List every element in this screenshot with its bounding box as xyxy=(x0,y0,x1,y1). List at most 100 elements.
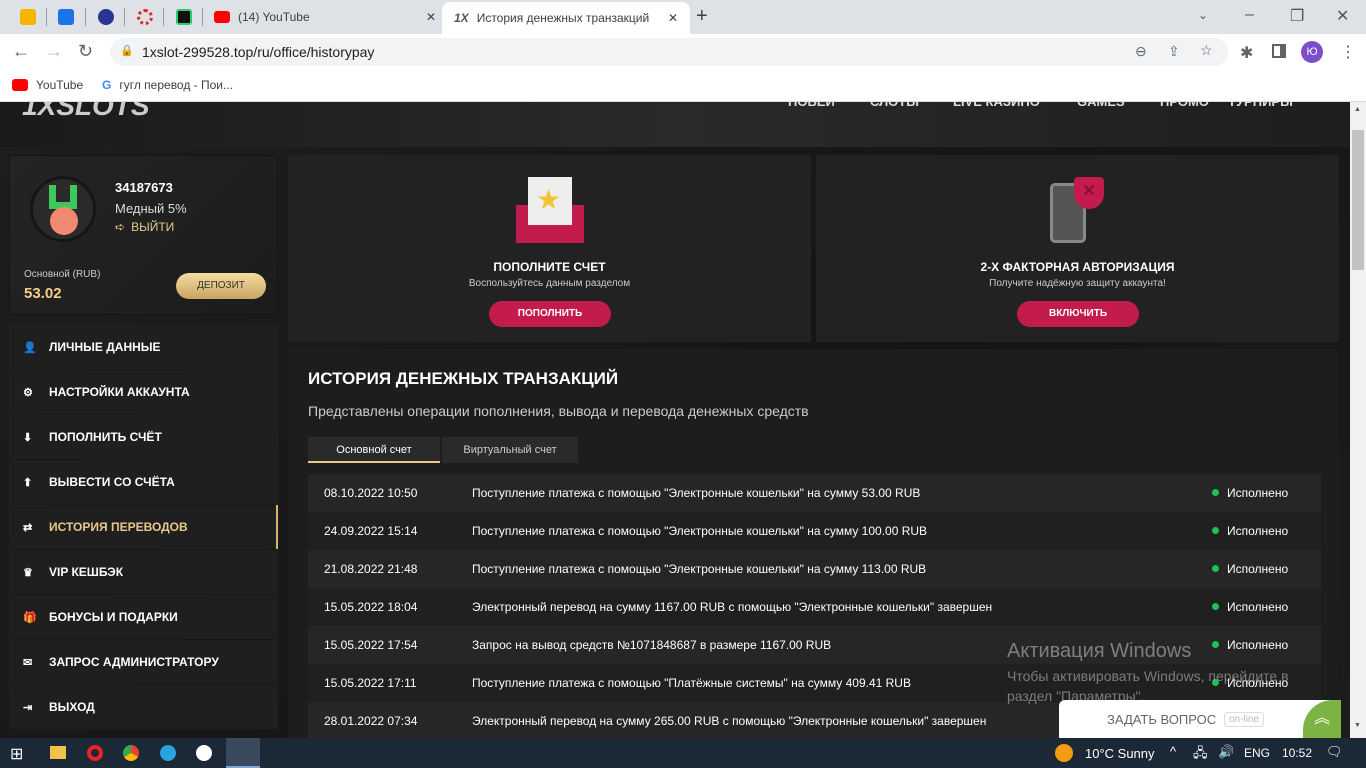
gmail-favicon-icon[interactable] xyxy=(20,9,36,25)
minimize-icon[interactable]: – xyxy=(1245,6,1254,24)
promo-subtitle: Воспользуйтесь данным разделом xyxy=(468,278,631,289)
deposit-button[interactable]: ДЕПОЗИТ xyxy=(176,273,266,299)
menu-icon: ⬇ xyxy=(23,431,33,444)
status-dot-icon xyxy=(1212,527,1219,534)
transaction-description: Электронный перевод на сумму 1167.00 RUB… xyxy=(472,600,993,614)
nav-item[interactable]: LIVE КАЗИНО xyxy=(953,102,1040,109)
scrollbar[interactable]: ▲ ▼ xyxy=(1350,102,1366,738)
menu-icon: ⇄ xyxy=(23,521,33,534)
chrome-icon[interactable] xyxy=(123,745,139,761)
table-row: 08.10.2022 10:50 Поступление платежа с по… xyxy=(308,474,1321,512)
page-title: ИСТОРИЯ ДЕНЕЖНЫХ ТРАНЗАКЦИЙ xyxy=(308,369,619,388)
clock[interactable]: 10:52 xyxy=(1282,746,1312,760)
youtube-icon xyxy=(12,79,28,91)
zoom-icon[interactable]: ⊖ xyxy=(1135,43,1147,60)
page-subtitle: Представлены операции пополнения, вывода… xyxy=(308,403,809,419)
menu-icon[interactable]: ⋮ xyxy=(1340,42,1356,62)
menu-label: НАСТРОЙКИ АККАУНТА xyxy=(49,385,190,399)
menu-icon: ♛ xyxy=(23,566,33,579)
sidebar-item[interactable]: 👤 ЛИЧНЫЕ ДАННЫЕ xyxy=(9,325,278,369)
sidebar-item[interactable]: ♛ VIP КЕШБЭК xyxy=(9,550,278,594)
tab-title: (14) YouTube xyxy=(238,10,310,24)
transaction-description: Поступление платежа с помощью "Электронн… xyxy=(472,486,921,500)
tab-search-icon[interactable]: ⌄ xyxy=(1198,8,1208,22)
transaction-date: 08.10.2022 10:50 xyxy=(324,486,418,500)
opera-icon[interactable] xyxy=(87,745,103,761)
forward-icon[interactable]: → xyxy=(45,41,63,62)
restore-icon[interactable]: ❐ xyxy=(1290,6,1304,26)
enable-2fa-button[interactable]: ВКЛЮЧИТЬ xyxy=(1017,301,1139,327)
tab-active[interactable]: 1X История денежных транзакций ✕ xyxy=(442,2,690,34)
phone-shield-icon: ✕ xyxy=(1048,177,1108,243)
bookmark-label: гугл перевод - Пои... xyxy=(119,78,234,92)
file-explorer-icon[interactable] xyxy=(50,746,66,759)
menu-icon: 👤 xyxy=(23,341,37,354)
promo-title: 2-Х ФАКТОРНАЯ АВТОРИЗАЦИЯ xyxy=(980,260,1175,274)
bookmark-translate[interactable]: G гугл перевод - Пои... xyxy=(102,78,233,92)
logout-icon: ➪ xyxy=(115,220,126,234)
tab-virtual-account[interactable]: Виртуальный счет xyxy=(442,437,578,463)
nav-item[interactable]: ПРОМО xyxy=(1160,102,1209,109)
table-row: 24.09.2022 15:14 Поступление платежа с по… xyxy=(308,512,1321,550)
sidebar-item[interactable]: ⇥ ВЫХОД xyxy=(9,685,278,729)
nav-item[interactable]: НОВЕЙ xyxy=(788,102,835,109)
window-close-icon[interactable]: ✕ xyxy=(1336,6,1349,26)
back-icon[interactable]: ← xyxy=(12,41,30,62)
weather-text[interactable]: 10°C Sunny xyxy=(1085,746,1155,761)
bookmark-youtube[interactable]: YouTube xyxy=(12,78,83,92)
site-logo[interactable]: 1XSLOTS xyxy=(22,102,150,122)
close-icon[interactable]: ✕ xyxy=(426,10,436,24)
logout-label: ВЫЙТИ xyxy=(131,220,175,234)
address-bar[interactable]: 🔒 1xslot-299528.top/ru/office/historypay… xyxy=(110,38,1228,66)
nav-item[interactable]: ТУРНИРЫ xyxy=(1228,102,1293,109)
language-indicator[interactable]: ENG xyxy=(1244,746,1270,760)
reload-icon[interactable]: ↻ xyxy=(78,41,93,62)
chat-widget[interactable]: ЗАДАТЬ ВОПРОС on-line ︽ xyxy=(1059,700,1341,738)
tab-title: История денежных транзакций xyxy=(476,11,650,25)
sidebar-item[interactable]: 🎁 БОНУСЫ И ПОДАРКИ xyxy=(9,595,278,639)
top-up-button[interactable]: ПОПОЛНИТЬ xyxy=(489,301,611,327)
menu-label: VIP КЕШБЭК xyxy=(49,565,124,579)
windows-activation-title: Активация Windows xyxy=(1007,640,1192,662)
telegram-icon[interactable] xyxy=(160,745,176,761)
sidebar-item[interactable]: ⚙ НАСТРОЙКИ АККАУНТА xyxy=(9,370,278,414)
sidebar-item[interactable]: ✉ ЗАПРОС АДМИНИСТРАТОРУ xyxy=(9,640,278,684)
mail-favicon-icon[interactable] xyxy=(58,9,74,25)
status-dot-icon xyxy=(1212,565,1219,572)
new-tab-icon[interactable]: + xyxy=(696,5,708,28)
casino-favicon-icon[interactable] xyxy=(137,9,153,25)
sidebar-item[interactable]: ⬇ ПОПОЛНИТЬ СЧЁТ xyxy=(9,415,278,459)
menu-icon: ⚙ xyxy=(23,386,33,399)
app-icon[interactable] xyxy=(196,745,212,761)
share-icon[interactable]: ⇪ xyxy=(1168,43,1180,60)
tray-chevron-icon[interactable]: ^ xyxy=(1170,744,1176,759)
sidebar-item[interactable]: ⇄ ИСТОРИЯ ПЕРЕВОДОВ xyxy=(9,505,278,549)
volume-icon[interactable]: 🔊 xyxy=(1218,744,1234,760)
notifications-icon[interactable]: 🗨 xyxy=(1326,744,1343,760)
close-icon[interactable]: ✕ xyxy=(668,11,678,25)
extensions-icon[interactable]: ✱ xyxy=(1240,43,1253,63)
sidebar-item[interactable]: ⬆ ВЫВЕСТИ СО СЧЁТА xyxy=(9,460,278,504)
tab-main-account[interactable]: Основной счет xyxy=(308,437,440,463)
nav-item[interactable]: GAMES xyxy=(1077,102,1125,109)
app-favicon-icon[interactable] xyxy=(176,9,192,25)
windows-start-icon[interactable]: ⊞ xyxy=(10,744,23,764)
transaction-description: Электронный перевод на сумму 265.00 RUB … xyxy=(472,714,987,728)
tab-youtube[interactable]: (14) YouTube ✕ xyxy=(214,6,436,28)
logout-link[interactable]: ➪ ВЫЙТИ xyxy=(115,220,174,234)
bookmark-star-icon[interactable]: ☆ xyxy=(1200,42,1213,59)
status-badge: Исполнено xyxy=(1227,638,1289,652)
site-header: 1XSLOTS НОВЕЙ СЛОТЫ LIVE КАЗИНО GAMES ПРОМО Т… xyxy=(0,102,1350,147)
table-row: 21.08.2022 21:48 Поступление платежа с по… xyxy=(308,550,1321,588)
side-panel-icon[interactable] xyxy=(1272,44,1286,58)
menu-label: ЛИЧНЫЕ ДАННЫЕ xyxy=(49,340,161,354)
status-dot-icon xyxy=(1212,641,1219,648)
network-icon[interactable]: 🖧 xyxy=(1193,744,1208,766)
nav-item[interactable]: СЛОТЫ xyxy=(870,102,919,109)
transaction-description: Поступление платежа с помощью "Электронн… xyxy=(472,524,928,538)
youtube-icon xyxy=(214,11,230,23)
profile-avatar[interactable]: Ю xyxy=(1301,41,1323,63)
chevron-up-icon[interactable]: ︽ xyxy=(1303,700,1341,738)
active-app-icon[interactable] xyxy=(226,738,260,768)
site-favicon-icon[interactable] xyxy=(98,9,114,25)
